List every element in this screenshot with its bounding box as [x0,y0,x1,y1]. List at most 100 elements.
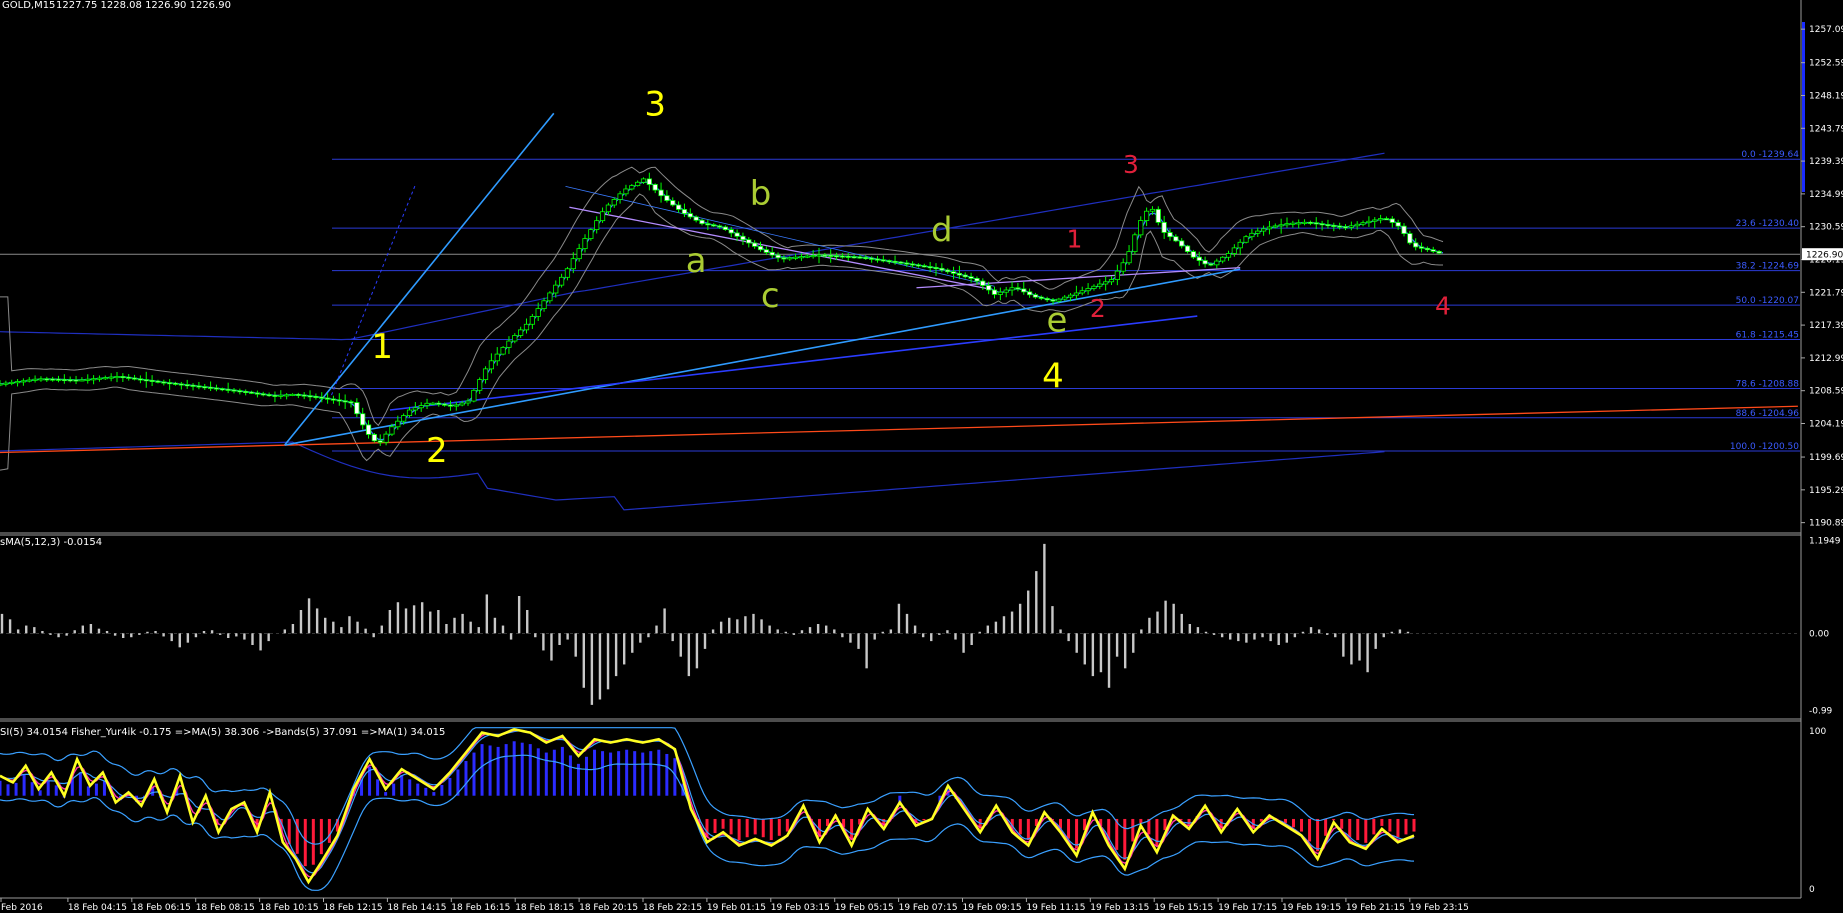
wave-label-green: b [750,174,772,214]
price-tick-label: 1199.69 [1809,453,1843,463]
candle-body [284,394,290,397]
candle-body [289,393,296,396]
candle-body [1407,233,1413,244]
candle-body [202,386,208,389]
candle-body [775,254,781,259]
candle-body [886,260,892,263]
candle-body [14,381,21,384]
time-tick-label: 19 Feb 23:15 [1410,903,1469,913]
candle-body [857,256,863,259]
candle-body [412,407,418,411]
candle-body [1337,225,1343,228]
candle-body [740,235,746,241]
candle-body [1331,224,1337,227]
candle-body [635,181,641,187]
time-tick-label: 19 Feb 01:15 [707,903,766,913]
candle-body [441,403,448,406]
candle-body [44,378,50,381]
candle-body [1027,291,1033,296]
candle-body [1436,251,1442,254]
time-tick-label: 18 Feb 12:15 [324,903,383,913]
time-tick-label: 18 Feb 04:15 [68,903,127,913]
candle-body [114,376,120,379]
candle-body [1114,270,1120,280]
candle-body [529,316,535,325]
candle-body [1032,294,1039,298]
candle-body [330,398,337,401]
candle-body [1161,221,1167,233]
price-tick-label: 1248.19 [1809,91,1843,101]
candle-body [120,376,126,379]
candle-body [1202,260,1208,265]
candle-body [582,238,588,250]
candle-body [956,272,963,276]
candle-body [482,368,489,380]
fib-label: 88.6 -1204.96 [1736,409,1800,419]
candle-body [26,379,32,382]
price-tick-label: 1230.59 [1809,223,1843,233]
candle-body [553,284,559,294]
candle-body [1038,296,1044,299]
candle-body [1120,262,1126,272]
candle-body [968,276,974,279]
candle-body [828,254,834,257]
candle-body [494,353,500,362]
candle-body [559,276,565,286]
candle-body [1073,292,1079,296]
wave-label-green: e [1046,301,1067,341]
candle-body [506,340,512,348]
candle-body [55,378,62,381]
wave-label-yellow: 4 [1042,357,1064,397]
time-tick-label: 18 Feb 16:15 [451,903,510,913]
candle-body [465,400,471,404]
fib-label: 78.6 -1208.88 [1736,380,1800,390]
candle-body [728,229,734,234]
candle-body [664,195,670,201]
time-tick-label: 18 Feb 06:15 [132,903,191,913]
ohlc-label: 1227.75 1228.08 1226.90 1226.90 [56,0,231,11]
candle-body [904,262,910,265]
candle-body [676,204,682,210]
candle-body [804,255,810,258]
wave-label-red: 3 [1123,150,1139,179]
wave-label-green: c [761,276,780,316]
candle-body [102,377,108,380]
candle-body [1009,287,1015,291]
candle-body [1395,222,1401,227]
time-tick-label: 18 Feb 10:15 [260,903,319,913]
candle-body [1290,222,1296,225]
candle-body [781,257,787,260]
candle-body [436,402,442,405]
candle-body [705,223,711,226]
time-tick-label: 19 Feb 19:15 [1282,903,1341,913]
candle-body [1138,220,1144,236]
wave-label-yellow: 3 [644,85,666,125]
macd-tick-label: 0.00 [1809,629,1829,639]
price-tick-label: 1217.39 [1809,321,1843,331]
candle-body [219,388,225,391]
price-tick-label: 1252.59 [1809,59,1843,69]
candle-body [96,377,103,380]
candle-body [272,394,278,397]
candle-body [997,291,1003,295]
candle-body [126,376,132,379]
candle-body [1418,246,1425,249]
candle-body [1255,230,1261,234]
candle-body [991,289,998,295]
candle-body [576,248,582,260]
time-tick-label: 19 Feb 03:15 [771,903,830,913]
candle-body [295,393,301,396]
wave-label-yellow: 2 [426,431,448,471]
candle-body [518,329,524,336]
price-tick-label: 1204.19 [1809,419,1843,429]
candle-body [1261,228,1267,232]
price-tick-label: 1234.99 [1809,190,1843,200]
candle-body [395,420,401,428]
wave-label-red: 1 [1066,224,1082,253]
candle-body [348,401,354,404]
candle-body [32,378,38,381]
candle-body [401,415,407,422]
scroll-marker[interactable] [1802,22,1805,192]
candle-body [752,242,758,247]
candle-body [793,256,799,259]
